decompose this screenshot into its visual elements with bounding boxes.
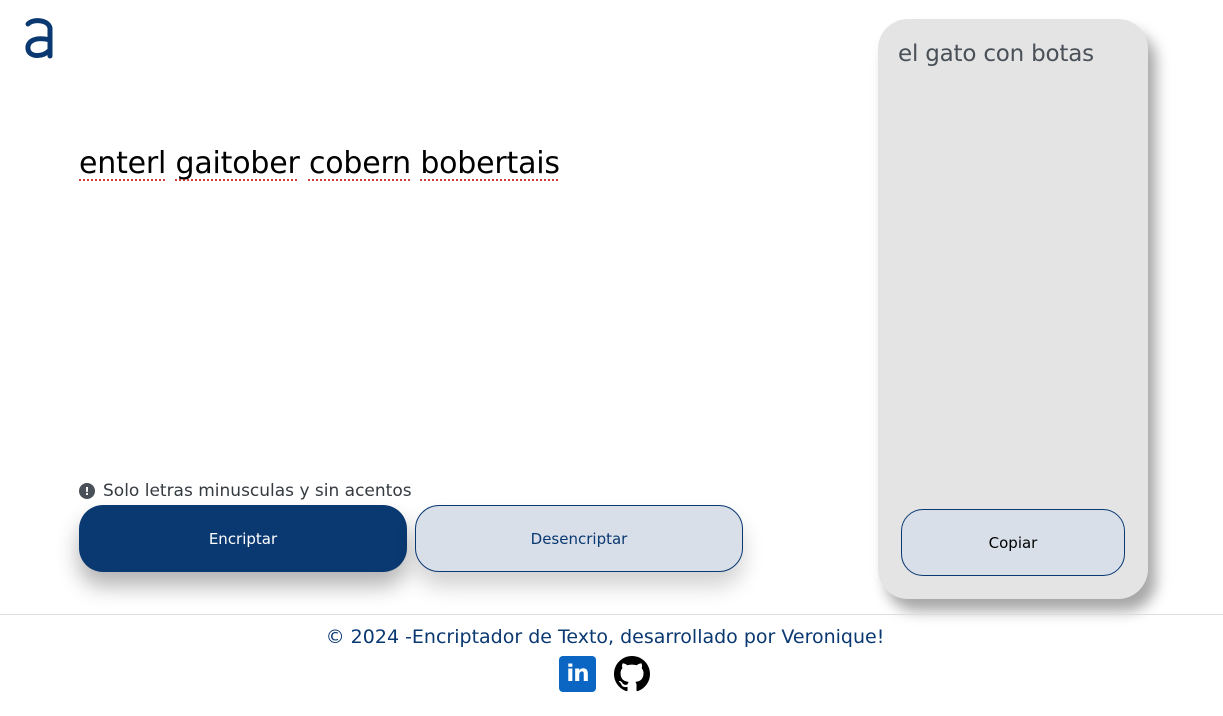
input-word: bobertais: [420, 146, 560, 181]
footer-divider: [0, 614, 1223, 615]
footer-text: © 2024 -Encriptador de Texto, desarrolla…: [325, 626, 885, 648]
exclamation-circle-icon: !: [79, 483, 95, 499]
linkedin-label: in: [566, 661, 589, 687]
input-word: cobern: [308, 146, 411, 181]
linkedin-icon[interactable]: in: [559, 656, 596, 692]
alura-logo-icon: [25, 18, 53, 59]
github-icon[interactable]: [614, 656, 650, 692]
output-panel: el gato con botas Copiar: [878, 19, 1148, 599]
output-text: el gato con botas: [898, 41, 1094, 67]
input-textarea[interactable]: enterl gaitober cobern bobertais: [79, 146, 779, 181]
input-word: enterl: [79, 146, 167, 181]
encrypt-button[interactable]: Encriptar: [79, 505, 407, 572]
decrypt-button[interactable]: Desencriptar: [415, 505, 743, 572]
social-links: in: [559, 656, 650, 692]
input-hint: ! Solo letras minusculas y sin acentos: [79, 481, 412, 501]
input-word: gaitober: [175, 146, 300, 181]
copy-button[interactable]: Copiar: [901, 509, 1125, 576]
hint-text: Solo letras minusculas y sin acentos: [103, 481, 412, 501]
